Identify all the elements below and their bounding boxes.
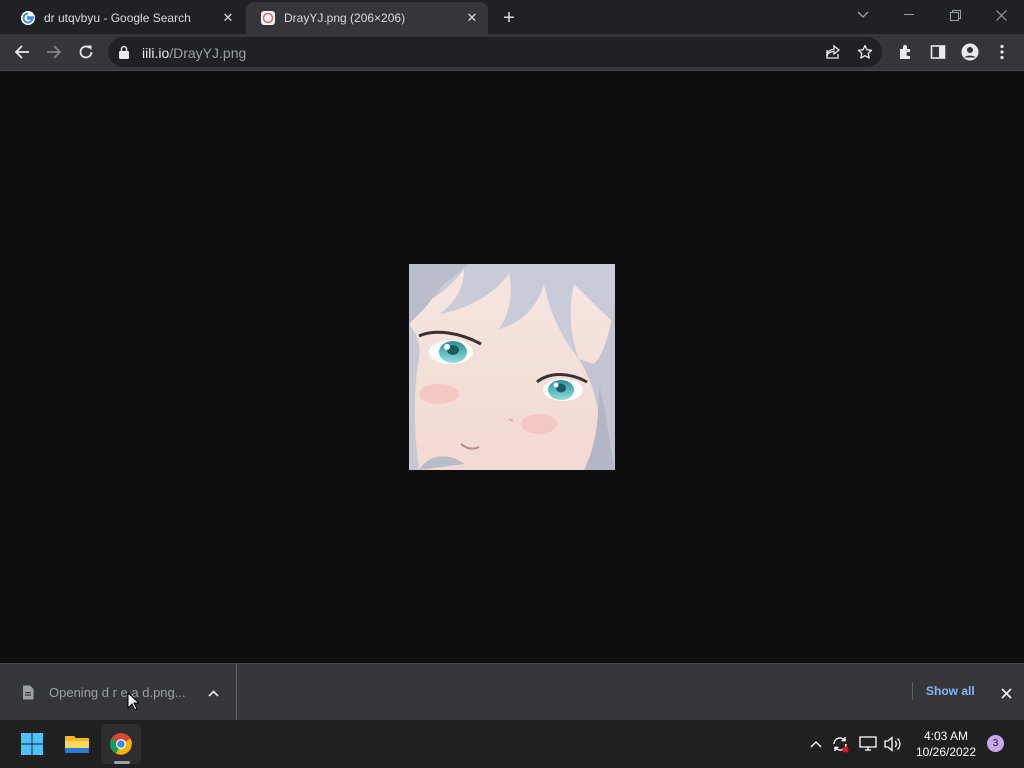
chevron-up-tray-icon[interactable] <box>806 734 826 754</box>
viewed-image[interactable] <box>409 264 615 470</box>
close-window-button[interactable] <box>978 0 1024 30</box>
back-button[interactable] <box>8 38 36 66</box>
network-icon[interactable] <box>858 734 878 754</box>
reload-button[interactable] <box>72 38 100 66</box>
lock-icon[interactable] <box>118 45 130 59</box>
menu-kebab-icon[interactable] <box>988 38 1016 66</box>
side-panel-icon[interactable] <box>924 38 952 66</box>
show-all-button[interactable]: Show all <box>912 682 981 700</box>
download-item[interactable]: Opening d r e a d.png... <box>0 664 237 720</box>
system-clock[interactable]: 4:03 AM 10/26/2022 <box>908 728 984 760</box>
tab-title: DrayYJ.png (206×206) <box>284 11 406 25</box>
chevron-up-icon[interactable] <box>204 684 222 702</box>
file-icon <box>23 685 34 700</box>
bookmark-star-icon[interactable] <box>855 42 875 62</box>
url-text[interactable]: iili.io/DrayYJ.png <box>142 45 246 61</box>
tab-strip: dr utqvbyu - Google Search ✕ DrayYJ.png … <box>0 0 1024 34</box>
close-tab-icon[interactable]: ✕ <box>220 10 236 26</box>
new-tab-button[interactable]: + <box>498 7 520 29</box>
start-icon[interactable] <box>12 724 52 764</box>
restore-button[interactable] <box>932 0 978 30</box>
chrome-icon[interactable] <box>101 724 141 764</box>
mouse-cursor-icon <box>127 692 139 711</box>
image-viewer <box>0 71 1024 663</box>
file-explorer-icon[interactable] <box>57 724 97 764</box>
tab-title: dr utqvbyu - Google Search <box>44 11 191 25</box>
download-shelf: Opening d r e a d.png... Show all <box>0 663 1024 721</box>
share-icon[interactable] <box>823 42 843 62</box>
close-tab-icon[interactable]: ✕ <box>464 10 480 26</box>
clock-time: 4:03 AM <box>923 729 969 743</box>
url-host: iili.io <box>142 45 170 61</box>
clock-date: 10/26/2022 <box>915 745 977 759</box>
sync-icon[interactable] <box>830 734 850 754</box>
anime-face-image <box>409 264 615 470</box>
browser-toolbar: iili.io/DrayYJ.png <box>0 34 1024 71</box>
google-g-icon <box>21 11 35 25</box>
image-favicon-icon <box>261 11 275 25</box>
tab-image[interactable]: DrayYJ.png (206×206) ✕ <box>246 2 488 34</box>
url-path: /DrayYJ.png <box>169 45 247 61</box>
profile-avatar-icon[interactable] <box>956 38 984 66</box>
tab-search-icon[interactable] <box>840 0 886 30</box>
close-shelf-icon[interactable] <box>996 683 1016 703</box>
extensions-icon[interactable] <box>892 38 920 66</box>
forward-button[interactable] <box>40 38 68 66</box>
active-app-indicator <box>114 761 130 764</box>
download-status-text: Opening d r e a d.png... <box>49 685 186 700</box>
notification-badge[interactable]: 3 <box>987 735 1004 752</box>
tab-google-search[interactable]: dr utqvbyu - Google Search ✕ <box>6 2 244 34</box>
volume-icon[interactable] <box>883 734 903 754</box>
taskbar: 4:03 AM 10/26/2022 <box>0 720 1024 768</box>
minimize-button[interactable] <box>886 0 932 30</box>
address-bar[interactable]: iili.io/DrayYJ.png <box>108 37 882 67</box>
